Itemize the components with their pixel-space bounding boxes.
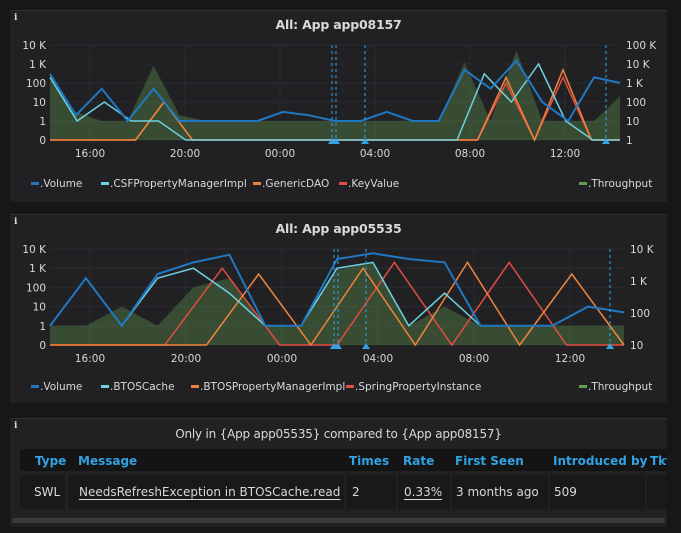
cell-rate-link[interactable]: 0.33% — [404, 485, 442, 499]
line-chart-app05535: 10 K1 K100101010 K1 K1001016:00 20:00 00:0… — [22, 244, 655, 365]
legend-label: .Volume — [40, 381, 83, 393]
chart-panel-app08157: i All: App app08157 10 K1 K 100 10 1 0 100 K1… — [10, 10, 667, 202]
legend-item-csfpropertymanagerimpl[interactable]: .CSFPropertyManagerImpl — [101, 178, 247, 190]
legend-item-keyvalue[interactable]: .KeyValue — [339, 178, 399, 190]
legend-swatch — [579, 181, 587, 185]
legend-swatch — [339, 181, 347, 185]
y-axis-tick-right: 100 K — [626, 40, 657, 52]
x-axis-tick: 08:00 — [455, 148, 485, 160]
x-axis-tick: 00:00 — [265, 148, 295, 160]
y-axis-tick-right: 100 — [630, 308, 650, 320]
legend-swatch — [253, 181, 261, 185]
legend-item-volume[interactable]: .Volume — [31, 381, 82, 393]
y-axis-tick-left: 10 — [33, 97, 46, 109]
column-header-type[interactable]: Type — [35, 454, 66, 468]
legend-label: .Throughput — [588, 381, 653, 393]
y-axis-tick-right: 1 K — [630, 276, 648, 288]
y-axis-tick-right: 1 — [626, 135, 633, 147]
y-axis-tick-left: 10 K — [22, 244, 47, 256]
x-axis-tick: 04:00 — [363, 353, 393, 365]
x-axis-tick: 12:00 — [555, 353, 585, 365]
x-axis-tick: 20:00 — [171, 353, 201, 365]
table-row[interactable]: SWL NeedsRefreshException in BTOSCache.r… — [20, 473, 667, 511]
y-axis-tick-right: 100 — [626, 97, 646, 109]
y-axis-tick-left: 10 — [33, 302, 46, 314]
legend-swatch — [101, 384, 109, 388]
y-axis-tick-left: 100 — [26, 282, 46, 294]
column-header-times[interactable]: Times — [349, 454, 389, 468]
legend-label: .CSFPropertyManagerImpl — [110, 178, 247, 190]
legend-swatch — [346, 384, 354, 388]
legend-item-throughput[interactable]: .Throughput — [579, 178, 652, 190]
chart-legend: .Volume .BTOSCache .BTOSPropertyManagerI… — [31, 381, 657, 395]
x-axis-tick: 12:00 — [550, 148, 580, 160]
chart-panel-app05535: i All: App app05535 10 K1 K 100 10 1 0 10 K1 … — [10, 214, 667, 403]
legend-item-btospropertymanagerimpl[interactable]: .BTOSPropertyManagerImpl — [191, 381, 345, 393]
y-axis-tick-right: 1 K — [626, 78, 644, 90]
chart-legend: .Volume .CSFPropertyManagerImpl .Generic… — [31, 178, 657, 192]
legend-label: .BTOSPropertyManagerImpl — [200, 381, 346, 393]
y-axis-tick-left: 0 — [39, 135, 46, 147]
legend-swatch — [191, 384, 199, 388]
x-axis-tick: 16:00 — [75, 353, 105, 365]
legend-label: .KeyValue — [348, 178, 400, 190]
legend-item-throughput[interactable]: .Throughput — [579, 381, 652, 393]
x-axis-tick: 00:00 — [267, 353, 297, 365]
line-chart-app08157: 10 K1 K1001010100 K10 K1 K10010116:00 20:… — [22, 40, 657, 160]
table-header: Type Message Times Rate First Seen Intro… — [20, 449, 667, 471]
legend-swatch — [31, 181, 39, 185]
y-axis-tick-left: 1 — [39, 116, 46, 128]
legend-item-btoscache[interactable]: .BTOSCache — [101, 381, 175, 393]
y-axis-tick-left: 1 — [39, 321, 46, 333]
legend-label: .Volume — [40, 178, 83, 190]
cell-first-seen: 3 months ago — [456, 485, 539, 499]
legend-label: .Throughput — [588, 178, 653, 190]
y-axis-tick-right: 10 — [626, 116, 639, 128]
x-axis-tick: 04:00 — [360, 148, 390, 160]
cell-introduced-by: 509 — [554, 485, 577, 499]
column-header-tkt[interactable]: Tkt — [650, 454, 667, 468]
y-axis-tick-right: 10 K — [630, 244, 655, 256]
y-axis-tick-left: 1 K — [29, 263, 47, 275]
y-axis-tick-right: 10 K — [626, 59, 651, 71]
x-axis-tick: 08:00 — [459, 353, 489, 365]
x-axis-tick: 16:00 — [75, 148, 105, 160]
panel-title[interactable]: Only in {App app05535} compared to {App … — [10, 427, 667, 441]
column-header-first-seen[interactable]: First Seen — [455, 454, 524, 468]
y-axis-tick-left: 10 K — [22, 40, 47, 52]
legend-swatch — [579, 384, 587, 388]
column-header-message[interactable]: Message — [78, 454, 137, 468]
y-axis-tick-right: 10 — [630, 340, 643, 352]
horizontal-scrollbar[interactable] — [12, 518, 665, 523]
legend-item-springpropertyinstance[interactable]: .SpringPropertyInstance — [346, 381, 481, 393]
x-axis-tick: 20:00 — [170, 148, 200, 160]
cell-type: SWL — [34, 485, 61, 499]
table-cell-bg — [647, 475, 667, 509]
legend-label: .BTOSCache — [110, 381, 175, 393]
cell-times: 2 — [352, 485, 360, 499]
cell-message-link[interactable]: NeedsRefreshException in BTOSCache.read — [79, 485, 340, 499]
y-axis-tick-left: 100 — [26, 78, 46, 90]
legend-label: .GenericDAO — [262, 178, 330, 190]
column-header-rate[interactable]: Rate — [403, 454, 434, 468]
column-header-introduced-by[interactable]: Introduced by — [553, 454, 647, 468]
events-table: Type Message Times Rate First Seen Intro… — [20, 449, 667, 513]
legend-swatch — [31, 384, 39, 388]
comparison-table-panel: i Only in {App app05535} compared to {Ap… — [10, 418, 667, 527]
legend-item-genericdao[interactable]: .GenericDAO — [253, 178, 329, 190]
y-axis-tick-left: 0 — [39, 340, 46, 352]
y-axis-tick-left: 1 K — [29, 59, 47, 71]
legend-item-volume[interactable]: .Volume — [31, 178, 82, 190]
legend-label: .SpringPropertyInstance — [355, 381, 482, 393]
legend-swatch — [101, 181, 109, 185]
